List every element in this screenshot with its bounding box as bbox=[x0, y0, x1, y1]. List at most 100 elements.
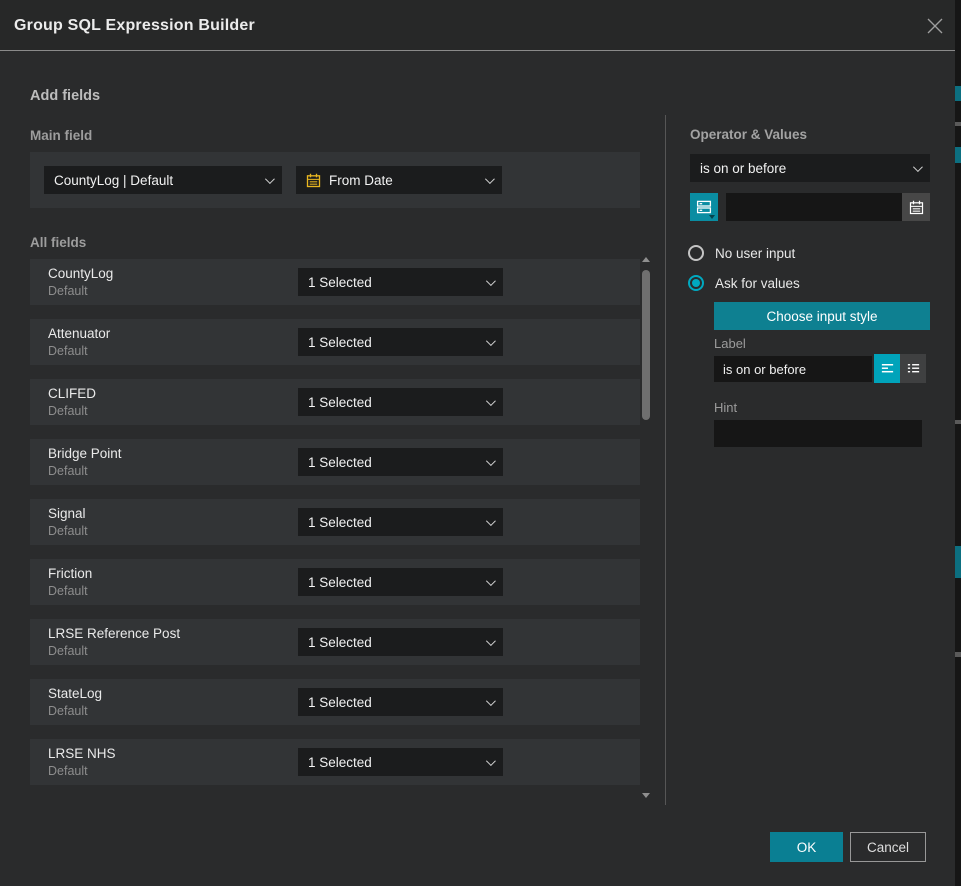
field-name: Attenuator bbox=[48, 326, 110, 341]
cancel-button[interactable]: Cancel bbox=[850, 832, 926, 862]
main-field-label: Main field bbox=[30, 128, 92, 143]
field-name: Friction bbox=[48, 566, 92, 581]
field-subtitle: Default bbox=[48, 404, 88, 418]
field-subtitle: Default bbox=[48, 524, 88, 538]
main-field-select[interactable]: From Date bbox=[296, 166, 502, 194]
field-values-select[interactable]: 1 Selected bbox=[298, 268, 503, 296]
background-app-edge bbox=[955, 0, 961, 886]
field-row: Signal Default 1 Selected bbox=[30, 499, 640, 545]
chevron-down-icon bbox=[486, 336, 496, 346]
chevron-down-icon bbox=[486, 396, 496, 406]
calendar-icon bbox=[306, 173, 321, 188]
field-name: StateLog bbox=[48, 686, 102, 701]
list-value-style-button[interactable] bbox=[900, 354, 926, 383]
field-values-select[interactable]: 1 Selected bbox=[298, 448, 503, 476]
field-select-text: 1 Selected bbox=[308, 575, 486, 590]
operator-values-heading: Operator & Values bbox=[690, 127, 807, 142]
label-input[interactable] bbox=[714, 356, 872, 382]
layer-select[interactable]: CountyLog | Default bbox=[44, 166, 282, 194]
scrollbar-thumb[interactable] bbox=[642, 270, 650, 420]
field-subtitle: Default bbox=[48, 644, 88, 658]
add-fields-heading: Add fields bbox=[30, 88, 100, 104]
field-select-text: 1 Selected bbox=[308, 515, 486, 530]
main-field-panel: CountyLog | Default From Date bbox=[30, 152, 640, 208]
radio-ask-for-values-label: Ask for values bbox=[715, 276, 800, 291]
chevron-down-icon bbox=[486, 456, 496, 466]
field-values-select[interactable]: 1 Selected bbox=[298, 568, 503, 596]
value-input[interactable] bbox=[726, 193, 902, 221]
field-values-select[interactable]: 1 Selected bbox=[298, 628, 503, 656]
field-select-text: 1 Selected bbox=[308, 635, 486, 650]
field-values-select[interactable]: 1 Selected bbox=[298, 688, 503, 716]
main-field-select-value: From Date bbox=[329, 173, 477, 188]
value-input-type-button[interactable] bbox=[690, 193, 718, 221]
chevron-down-icon bbox=[486, 636, 496, 646]
operator-select[interactable]: is on or before bbox=[690, 154, 930, 182]
field-select-text: 1 Selected bbox=[308, 755, 486, 770]
chevron-down-icon bbox=[486, 276, 496, 286]
list-scrollbar[interactable] bbox=[641, 257, 651, 800]
field-subtitle: Default bbox=[48, 344, 88, 358]
operator-select-value: is on or before bbox=[700, 161, 913, 176]
single-value-style-button[interactable] bbox=[874, 354, 900, 383]
bulleted-list-icon bbox=[906, 361, 921, 376]
all-fields-label: All fields bbox=[30, 235, 86, 250]
field-select-text: 1 Selected bbox=[308, 695, 486, 710]
field-row: StateLog Default 1 Selected bbox=[30, 679, 640, 725]
field-row: CountyLog Default 1 Selected bbox=[30, 259, 640, 305]
field-select-text: 1 Selected bbox=[308, 275, 486, 290]
field-select-text: 1 Selected bbox=[308, 395, 486, 410]
field-row: Attenuator Default 1 Selected bbox=[30, 319, 640, 365]
field-row: Bridge Point Default 1 Selected bbox=[30, 439, 640, 485]
field-name: Bridge Point bbox=[48, 446, 122, 461]
field-row: Friction Default 1 Selected bbox=[30, 559, 640, 605]
close-icon[interactable] bbox=[926, 17, 944, 35]
field-row: CLIFED Default 1 Selected bbox=[30, 379, 640, 425]
label-field-label: Label bbox=[714, 336, 746, 351]
scroll-down-icon[interactable] bbox=[642, 793, 650, 798]
chevron-down-icon bbox=[709, 215, 715, 219]
field-select-text: 1 Selected bbox=[308, 455, 486, 470]
chevron-down-icon bbox=[265, 174, 275, 184]
field-name: LRSE NHS bbox=[48, 746, 116, 761]
scroll-up-icon[interactable] bbox=[642, 257, 650, 262]
align-left-icon bbox=[880, 361, 895, 376]
field-select-text: 1 Selected bbox=[308, 335, 486, 350]
radio-no-user-input-label: No user input bbox=[715, 246, 795, 261]
date-picker-button[interactable] bbox=[902, 193, 930, 221]
layer-select-value: CountyLog | Default bbox=[54, 173, 265, 188]
radio-off-icon bbox=[688, 245, 704, 261]
radio-ask-for-values[interactable]: Ask for values bbox=[688, 275, 800, 291]
dialog-title: Group SQL Expression Builder bbox=[14, 0, 255, 51]
field-values-select[interactable]: 1 Selected bbox=[298, 748, 503, 776]
field-values-select[interactable]: 1 Selected bbox=[298, 508, 503, 536]
chevron-down-icon bbox=[486, 756, 496, 766]
chevron-down-icon bbox=[486, 516, 496, 526]
field-subtitle: Default bbox=[48, 284, 88, 298]
hint-field-label: Hint bbox=[714, 400, 737, 415]
field-name: LRSE Reference Post bbox=[48, 626, 180, 641]
field-row: LRSE NHS Default 1 Selected bbox=[30, 739, 640, 785]
field-name: CLIFED bbox=[48, 386, 96, 401]
chevron-down-icon bbox=[486, 696, 496, 706]
field-subtitle: Default bbox=[48, 764, 88, 778]
panel-divider bbox=[665, 115, 666, 805]
chevron-down-icon bbox=[486, 576, 496, 586]
field-subtitle: Default bbox=[48, 704, 88, 718]
chevron-down-icon bbox=[913, 162, 923, 172]
field-values-select[interactable]: 1 Selected bbox=[298, 328, 503, 356]
ok-button[interactable]: OK bbox=[770, 832, 843, 862]
field-subtitle: Default bbox=[48, 584, 88, 598]
field-values-select[interactable]: 1 Selected bbox=[298, 388, 503, 416]
radio-no-user-input[interactable]: No user input bbox=[688, 245, 795, 261]
calendar-icon bbox=[909, 200, 924, 215]
hint-input[interactable] bbox=[714, 420, 922, 447]
all-fields-list: CountyLog Default 1 Selected Attenuator … bbox=[30, 259, 640, 799]
group-sql-expression-builder-dialog: Group SQL Expression Builder Add fields … bbox=[0, 0, 961, 886]
field-name: CountyLog bbox=[48, 266, 113, 281]
radio-on-icon bbox=[688, 275, 704, 291]
choose-input-style-button[interactable]: Choose input style bbox=[714, 302, 930, 330]
dialog-titlebar: Group SQL Expression Builder bbox=[0, 0, 955, 51]
chevron-down-icon bbox=[485, 174, 495, 184]
field-row: LRSE Reference Post Default 1 Selected bbox=[30, 619, 640, 665]
